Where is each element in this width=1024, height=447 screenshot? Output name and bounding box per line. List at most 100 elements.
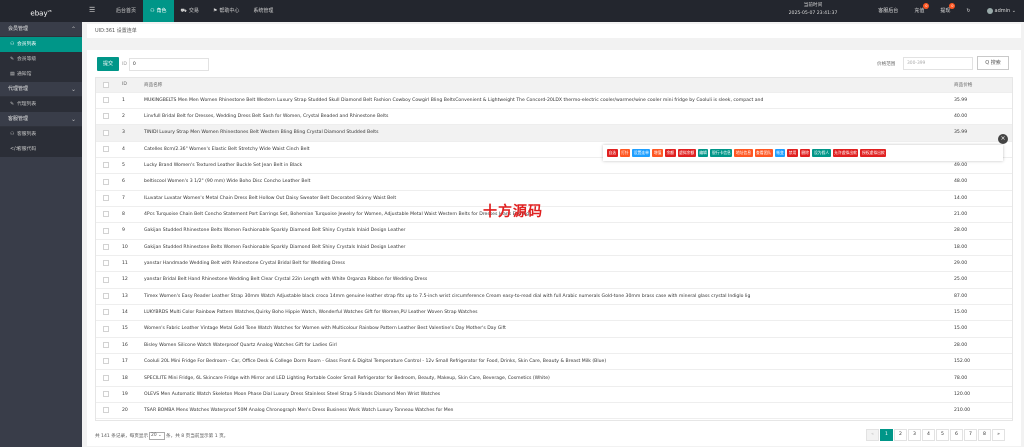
menu-toggle-icon[interactable]: ☰: [89, 6, 95, 14]
table-row[interactable]: 3 TINIDI Luxury Strap Men Women Rhineston…: [96, 124, 1012, 142]
row-checkbox[interactable]: [103, 260, 109, 267]
table-row[interactable]: 10 Gakijan Studded Rhinestone Belts Women…: [96, 239, 1012, 256]
sidebar-group-service[interactable]: 客服管理 ⌄: [0, 112, 82, 127]
row-checkbox-cell[interactable]: [96, 157, 118, 175]
row-checkbox-cell[interactable]: [96, 320, 118, 338]
row-checkbox-cell[interactable]: [96, 304, 118, 322]
row-checkbox[interactable]: [103, 309, 109, 316]
nav-role[interactable]: ⚇ 角色: [143, 0, 174, 22]
action-button[interactable]: 设为假人: [812, 149, 831, 157]
page-button[interactable]: 8: [978, 429, 991, 441]
table-row[interactable]: 8 4Pcs Turquoise Chain Belt Concho Statem…: [96, 206, 1012, 224]
row-checkbox-cell[interactable]: [96, 92, 118, 109]
row-checkbox[interactable]: [103, 145, 109, 152]
nav-help[interactable]: ⚑ 帮助中心: [206, 0, 247, 22]
per-page-select[interactable]: 20 ⌄: [149, 432, 166, 440]
row-checkbox[interactable]: [103, 129, 109, 136]
row-checkbox-cell[interactable]: [96, 222, 118, 240]
prev-page-button[interactable]: «: [866, 429, 879, 441]
row-checkbox-cell[interactable]: [96, 190, 118, 207]
action-button[interactable]: 禁用: [787, 149, 798, 157]
sidebar-item-member-level[interactable]: ✎ 会员等级: [0, 52, 82, 67]
sidebar-item-notice[interactable]: ▤ 通知馆: [0, 67, 82, 82]
action-button[interactable]: 允许虚拟出款: [832, 149, 859, 157]
nav-system[interactable]: 系统管理: [246, 0, 280, 22]
id-input[interactable]: 0: [128, 57, 209, 71]
row-checkbox[interactable]: [103, 96, 109, 103]
table-row[interactable]: 17 Cooluli 20L Mini Fridge For Bedroom - …: [96, 353, 1012, 371]
row-checkbox-cell[interactable]: [96, 173, 118, 191]
action-button[interactable]: 虚拟余额: [677, 149, 696, 157]
page-button[interactable]: 3: [908, 429, 921, 441]
sidebar-item-service-code[interactable]: </>客服代码: [0, 142, 82, 157]
row-checkbox-cell[interactable]: [96, 402, 118, 420]
action-button[interactable]: 删除: [799, 149, 811, 157]
row-checkbox[interactable]: [103, 276, 109, 283]
row-checkbox-cell[interactable]: [96, 206, 118, 224]
row-checkbox[interactable]: [103, 342, 109, 349]
search-button[interactable]: Q 搜索: [977, 56, 1009, 70]
row-checkbox-cell[interactable]: [96, 108, 118, 126]
action-button[interactable]: 打针: [619, 149, 631, 157]
table-row[interactable]: 6 beltiscool Women's 3 1/2" (90 mm) Wide …: [96, 173, 1012, 191]
row-checkbox[interactable]: [103, 293, 109, 300]
submit-button[interactable]: 提交: [97, 57, 119, 71]
page-button[interactable]: 2: [894, 429, 907, 441]
logo[interactable]: ebayV8: [0, 0, 82, 22]
row-checkbox[interactable]: [103, 407, 109, 414]
sidebar-group-members[interactable]: 会员管理 ⌃: [0, 22, 82, 37]
row-checkbox[interactable]: [103, 244, 109, 251]
row-checkbox[interactable]: [103, 162, 109, 169]
row-checkbox-cell[interactable]: [96, 386, 118, 404]
action-button[interactable]: 增值: [652, 149, 663, 157]
page-button[interactable]: 7: [964, 429, 977, 441]
table-row[interactable]: 18 SPECILITE Mini Fridge, 6L Skincare Fri…: [96, 369, 1012, 387]
row-checkbox[interactable]: [103, 227, 109, 234]
table-row[interactable]: 20 TSAR BOMBA Mens Watches Waterproof 50M…: [96, 402, 1012, 420]
table-row[interactable]: 19 OLEVS Men Automatic Watch Skeleton Moo…: [96, 386, 1012, 404]
row-checkbox-cell[interactable]: [96, 124, 118, 142]
sidebar-item-member-list[interactable]: ⚇ 会员列表: [0, 37, 82, 52]
row-checkbox-cell[interactable]: [96, 271, 118, 289]
row-checkbox-cell[interactable]: [96, 353, 118, 371]
row-checkbox[interactable]: [103, 194, 109, 201]
sidebar-item-service-list[interactable]: ⚇ 客服列表: [0, 127, 82, 142]
action-button[interactable]: 地址信息: [734, 149, 753, 157]
customer-service-link[interactable]: 客服后台: [870, 0, 906, 22]
sidebar-group-agents[interactable]: 代理管理 ⌄: [0, 82, 82, 97]
page-button[interactable]: 4: [922, 429, 935, 441]
select-all-checkbox[interactable]: [103, 81, 109, 88]
refresh-icon[interactable]: ↻: [958, 0, 978, 22]
table-row[interactable]: 9 Gakijan Studded Rhinestone Belts Women …: [96, 222, 1012, 240]
close-icon[interactable]: ×: [998, 134, 1008, 144]
nav-trade[interactable]: ⛟ 交易: [174, 0, 206, 22]
row-checkbox[interactable]: [103, 113, 109, 120]
table-row[interactable]: 2 Linvfull Bridal Belt for Dresses, Weddi…: [96, 108, 1012, 126]
row-checkbox-cell[interactable]: [96, 141, 118, 158]
table-row[interactable]: 1 MUKINGBELTS Men Men Women Rhinestone Be…: [96, 92, 1012, 109]
withdraw-link[interactable]: 提现 0: [932, 0, 958, 22]
table-row[interactable]: 14 LUKYBRDS Multi Color Rainbow Pattern W…: [96, 304, 1012, 322]
row-checkbox[interactable]: [103, 178, 109, 185]
action-button[interactable]: 查看团队: [754, 149, 773, 157]
action-button[interactable]: 授权虚拟出款: [860, 149, 887, 157]
table-row[interactable]: 11 yanstar Handmade Wedding Belt with Rhi…: [96, 255, 1012, 273]
row-checkbox[interactable]: [103, 325, 109, 332]
row-checkbox-cell[interactable]: [96, 369, 118, 387]
sidebar-item-agent-list[interactable]: ✎ 代理列表: [0, 97, 82, 112]
row-checkbox-cell[interactable]: [96, 337, 118, 355]
table-row[interactable]: 15 Women's Fabric Leather Vintage Metal G…: [96, 320, 1012, 338]
action-button[interactable]: 设置连单: [632, 149, 651, 157]
table-row[interactable]: 12 yanstar Bridal Belt Hand Rhinestone We…: [96, 271, 1012, 289]
table-row[interactable]: 7 ILuvatar Luvatar Women's Metal Chain Dr…: [96, 190, 1012, 207]
action-button[interactable]: 帐变: [774, 149, 786, 157]
price-range-input[interactable]: 300-399: [903, 57, 973, 70]
table-row[interactable]: 16 Bisley Women Silicone Watch Waterproof…: [96, 337, 1012, 355]
row-checkbox-cell[interactable]: [96, 288, 118, 305]
row-checkbox-cell[interactable]: [96, 239, 118, 256]
row-checkbox[interactable]: [103, 391, 109, 398]
page-button[interactable]: 6: [950, 429, 963, 441]
table-row[interactable]: 13 Timex Women's Easy Reader Leather Stra…: [96, 288, 1012, 305]
page-button[interactable]: 1: [880, 429, 893, 441]
row-checkbox[interactable]: [103, 358, 109, 365]
